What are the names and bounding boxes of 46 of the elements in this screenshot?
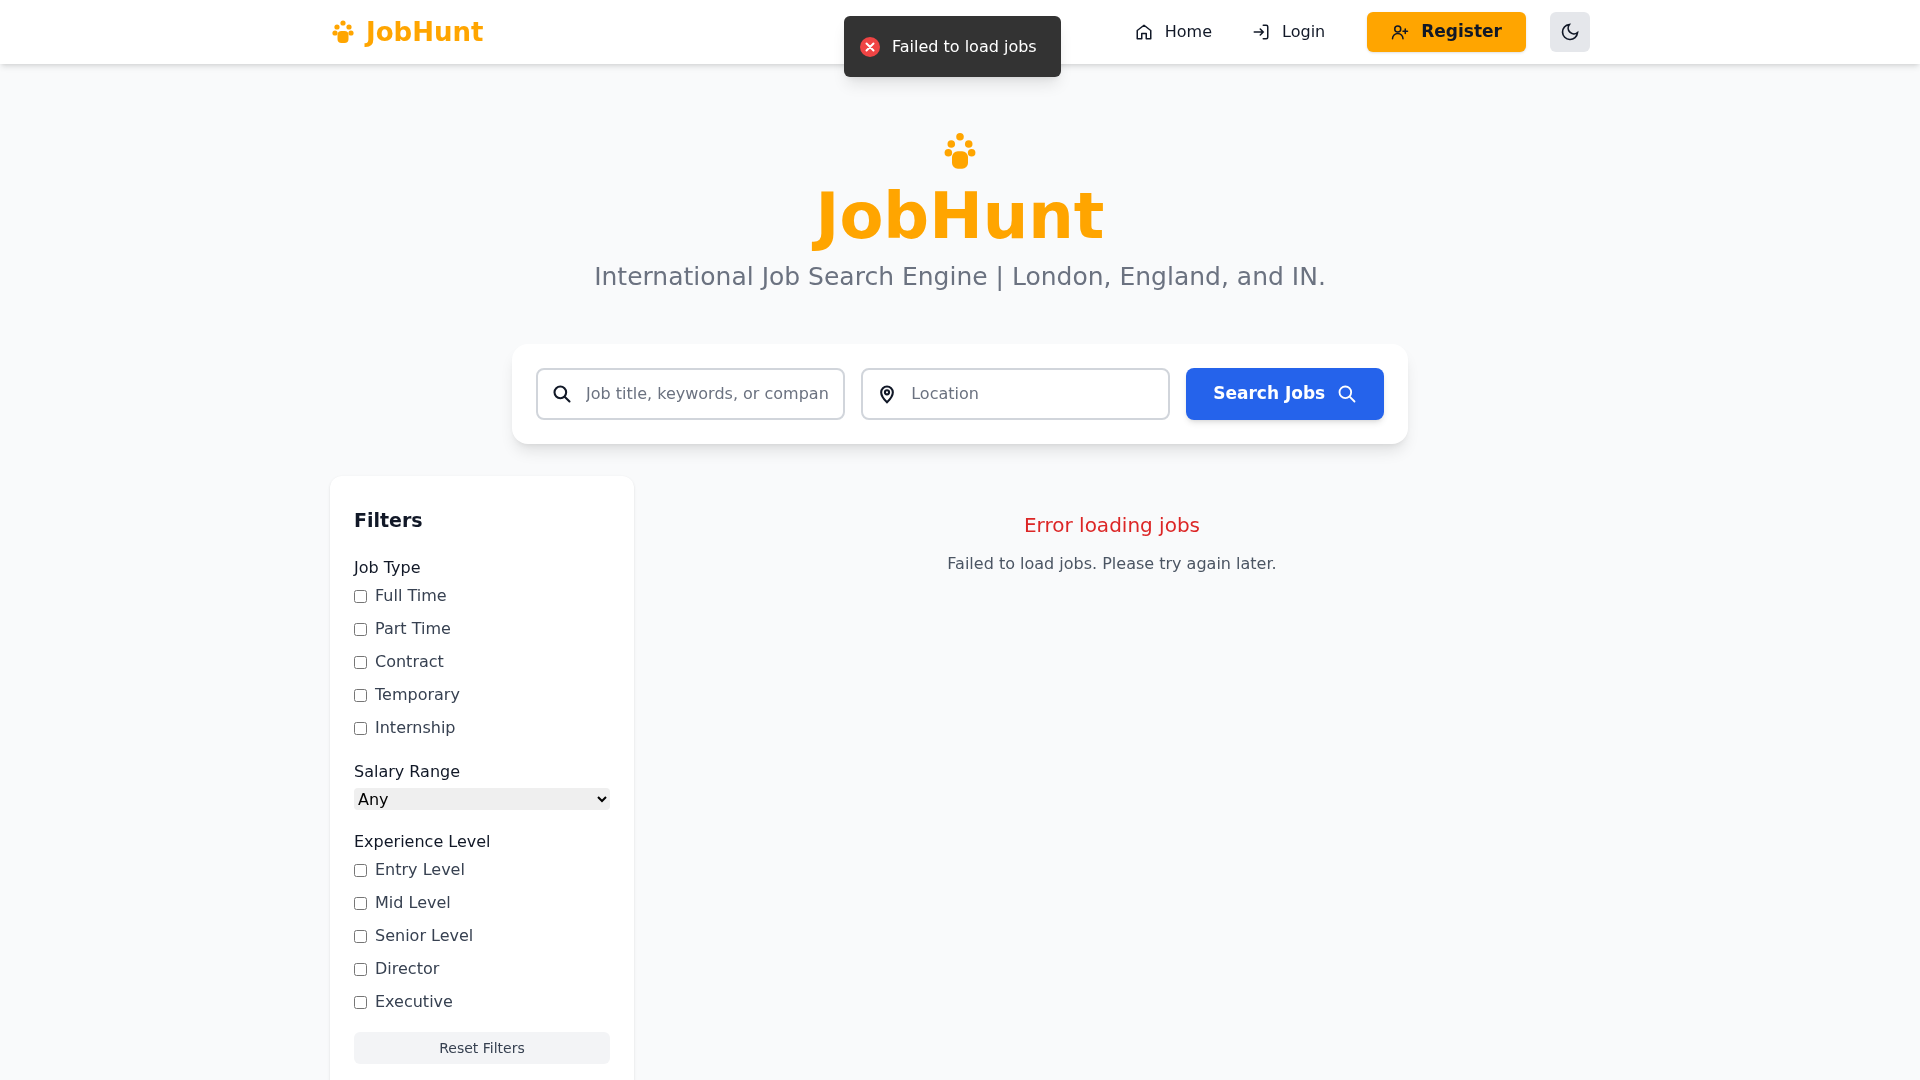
checkbox-label[interactable]: Senior Level <box>375 924 474 948</box>
checkbox[interactable] <box>354 929 367 943</box>
sign-in-icon <box>1252 23 1271 41</box>
dark-mode-toggle[interactable] <box>1550 12 1590 52</box>
checkbox-label[interactable]: Part Time <box>375 617 451 641</box>
checkbox[interactable] <box>354 863 367 877</box>
hero-subtitle: International Job Search Engine | London, England, and IN. <box>594 261 1326 293</box>
login-link[interactable]: Login <box>1244 20 1334 44</box>
toast-message: Failed to load jobs <box>892 35 1037 58</box>
home-icon <box>1134 23 1153 41</box>
register-button[interactable]: Register <box>1367 12 1526 52</box>
salary-range-label: Salary Range <box>354 761 462 783</box>
checkbox-label[interactable]: Internship <box>375 716 456 740</box>
location-field[interactable]: Location <box>861 367 1171 420</box>
job-type-label: Job Type <box>354 557 422 579</box>
checkbox[interactable] <box>354 655 367 669</box>
checkbox-label[interactable]: Executive <box>375 990 453 1014</box>
checkbox-label[interactable]: Contract <box>375 650 444 674</box>
checkbox[interactable] <box>354 721 367 735</box>
checkbox-label[interactable]: Temporary <box>375 683 460 707</box>
checkbox-label[interactable]: Full Time <box>375 584 447 608</box>
search-icon <box>552 383 572 404</box>
checkbox[interactable] <box>354 896 367 910</box>
checkbox[interactable] <box>354 622 367 636</box>
filters-title: Filters <box>354 507 424 533</box>
add-user-icon <box>1391 23 1410 41</box>
error-icon <box>860 36 880 57</box>
checkbox-label[interactable]: Director <box>375 957 440 981</box>
error-message: Failed to load jobs. Please try again later. <box>947 552 1277 575</box>
salary-range-select[interactable]: Any <box>354 788 610 810</box>
reset-filters-button[interactable]: Reset Filters <box>354 1032 610 1064</box>
paw-logo-icon <box>332 20 354 44</box>
experience-level-label: Experience Level <box>354 831 492 853</box>
home-link[interactable]: Home <box>1126 20 1221 44</box>
checkbox-label[interactable]: Entry Level <box>375 858 465 882</box>
keyword-search-field[interactable]: Job title, keywords, or compan <box>536 367 846 420</box>
checkbox[interactable] <box>354 962 367 976</box>
checkbox[interactable] <box>354 688 367 702</box>
checkbox[interactable] <box>354 589 367 603</box>
error-title: Error loading jobs <box>1023 511 1200 539</box>
checkbox-label[interactable]: Mid Level <box>375 891 451 915</box>
paw-icon <box>944 132 976 172</box>
search-jobs-button[interactable]: Search Jobs <box>1186 367 1384 420</box>
moon-icon <box>1560 22 1580 42</box>
search-icon <box>1337 383 1358 404</box>
checkbox[interactable] <box>354 995 367 1009</box>
